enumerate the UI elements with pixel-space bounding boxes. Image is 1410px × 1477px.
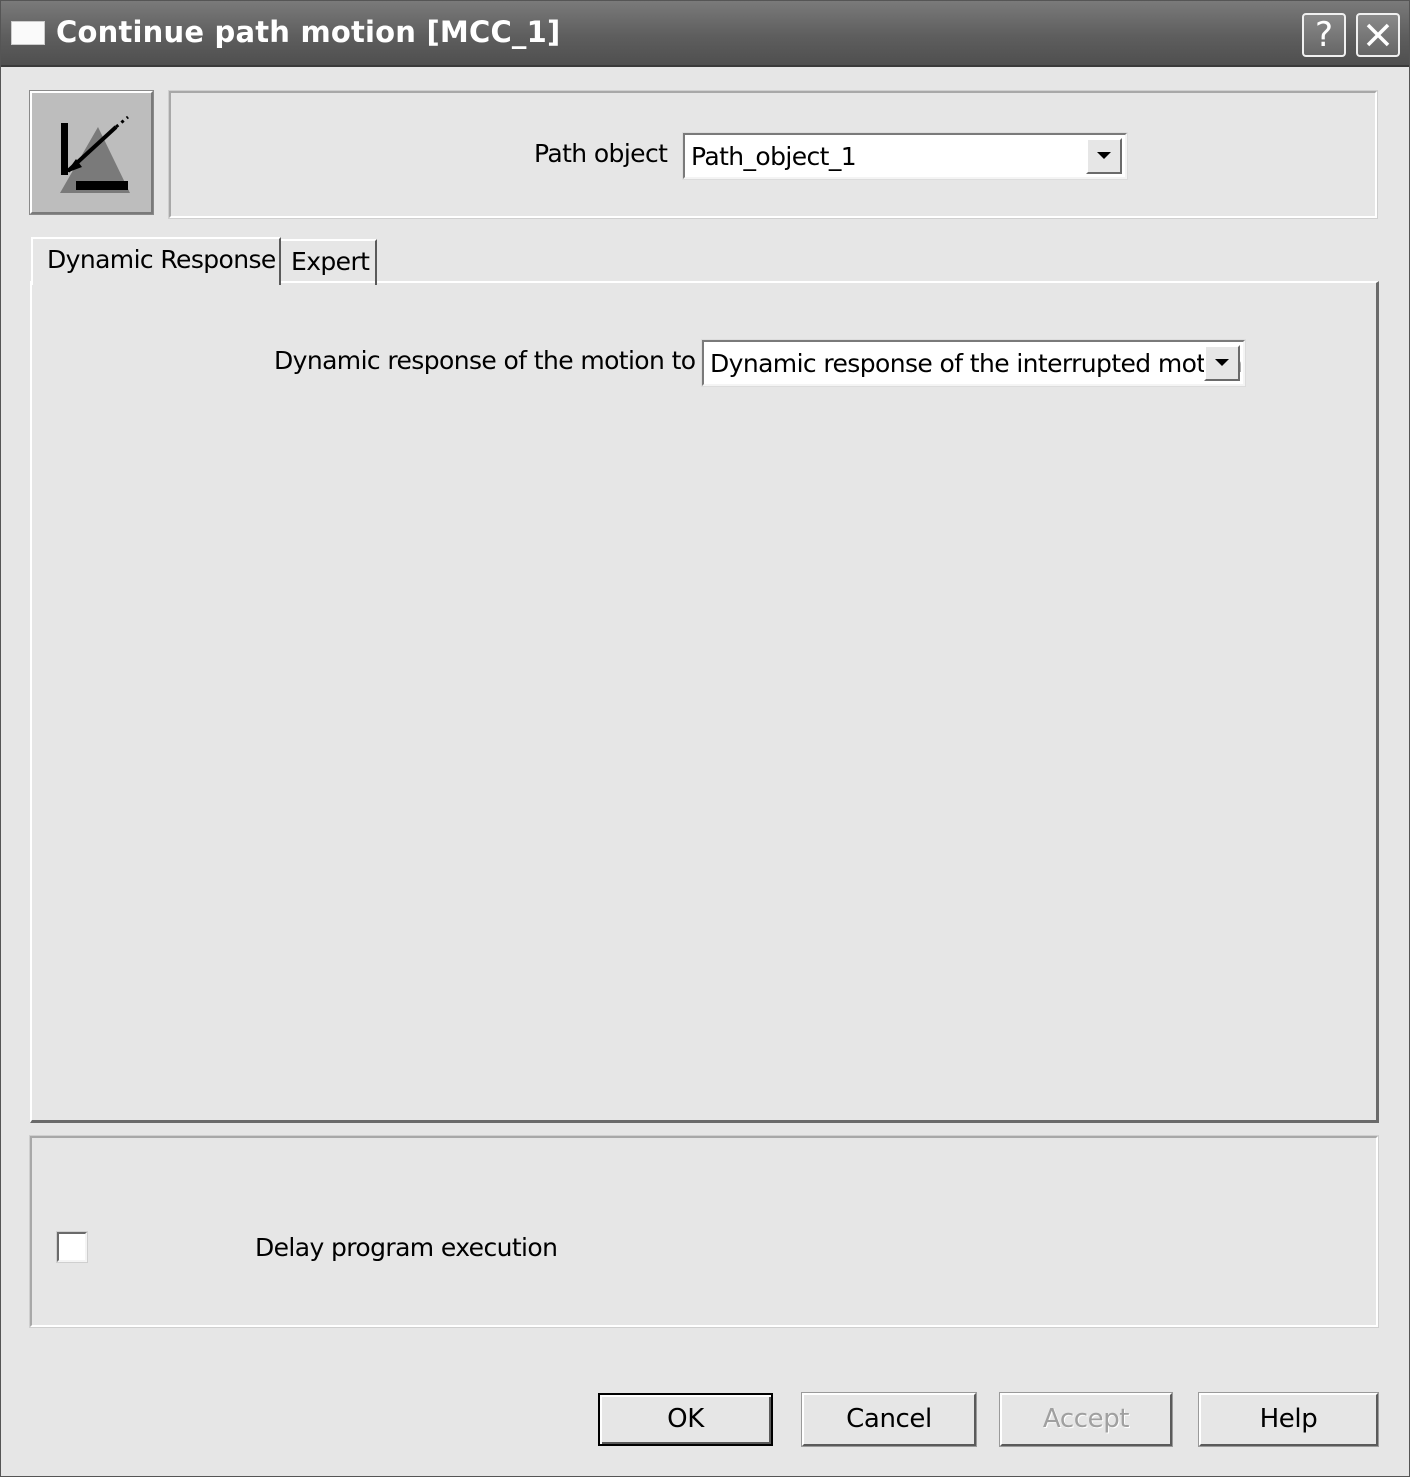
accept-button[interactable]: Accept (999, 1392, 1173, 1447)
delay-program-checkbox[interactable] (56, 1231, 88, 1263)
dialog-window: Continue path motion [MCC_1] ? Path obje… (0, 0, 1410, 1477)
window-title: Continue path motion [MCC_1] (56, 15, 561, 49)
dynamic-response-dropdown[interactable]: Dynamic response of the interrupted moti… (701, 339, 1246, 387)
window-icon (11, 21, 45, 45)
cancel-button[interactable]: Cancel (801, 1392, 977, 1447)
dynamic-response-label: Dynamic response of the motion to be (274, 346, 734, 375)
chevron-down-icon[interactable] (1086, 138, 1122, 174)
path-motion-icon-box (29, 90, 154, 215)
path-motion-icon (60, 115, 130, 193)
close-icon (1366, 23, 1390, 47)
path-object-label: Path object (534, 139, 668, 168)
chevron-down-icon[interactable] (1204, 345, 1240, 381)
dynamic-response-value: Dynamic response of the interrupted moti… (710, 349, 1242, 378)
tab-expert[interactable]: Expert (281, 239, 377, 285)
tab-dynamic-response[interactable]: Dynamic Response (31, 237, 281, 285)
delay-program-label: Delay program execution (255, 1233, 558, 1262)
path-object-value: Path_object_1 (691, 142, 857, 171)
close-button[interactable] (1356, 13, 1400, 57)
delay-panel (29, 1135, 1379, 1328)
ok-button[interactable]: OK (598, 1393, 773, 1446)
tab-panel-dynamic-response (30, 281, 1379, 1123)
path-object-dropdown[interactable]: Path_object_1 (682, 132, 1128, 180)
title-bar: Continue path motion [MCC_1] ? (1, 1, 1409, 67)
title-help-button[interactable]: ? (1302, 13, 1346, 57)
help-button[interactable]: Help (1198, 1392, 1379, 1447)
